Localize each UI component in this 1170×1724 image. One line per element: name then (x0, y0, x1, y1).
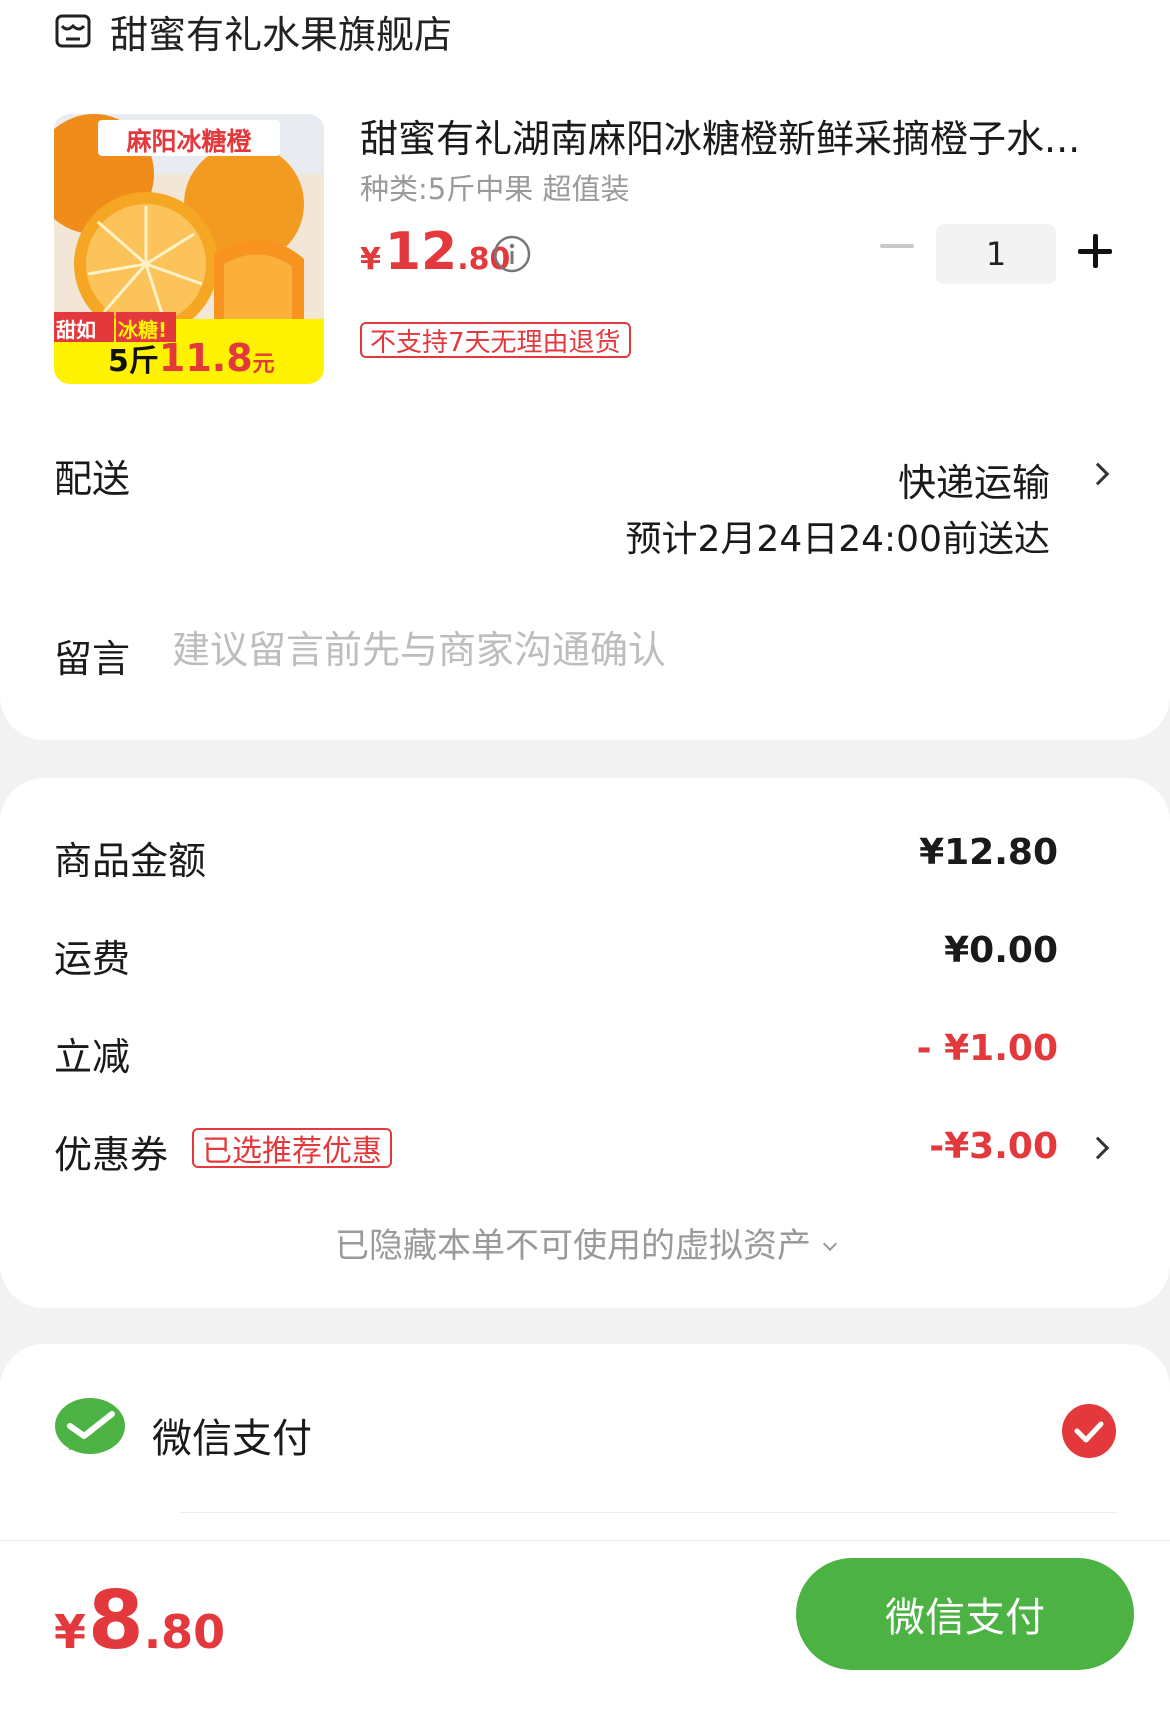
message-label: 留言 (54, 637, 131, 681)
product-image-unit: 元 (252, 352, 275, 377)
chevron-down-icon (822, 1236, 838, 1252)
total-price: ¥ 8 .80 (54, 1574, 225, 1667)
checkout-page: 甜蜜有礼水果旗舰店 麻阳冰糖橙 甜如 冰糖! 5斤11.8元 甜蜜有礼湖南麻阳冰… (0, 0, 1170, 1724)
message-input[interactable] (172, 620, 1072, 680)
instant-discount-value: - ¥1.00 (916, 1028, 1058, 1069)
total-integer: 8 (88, 1574, 144, 1667)
coupon-value[interactable]: -¥3.00 (929, 1126, 1058, 1167)
product-price: ¥ 12 .80 (360, 222, 510, 282)
product-image-badge-sweet: 甜如 (56, 318, 96, 342)
total-currency: ¥ (54, 1605, 87, 1659)
price-currency: ¥ (360, 242, 381, 277)
product-title[interactable]: 甜蜜有礼湖南麻阳冰糖橙新鲜采摘橙子水... (360, 108, 1120, 163)
selected-check-icon[interactable] (1062, 1404, 1116, 1458)
order-card: 甜蜜有礼水果旗舰店 麻阳冰糖橙 甜如 冰糖! 5斤11.8元 甜蜜有礼湖南麻阳冰… (0, 0, 1170, 740)
delivery-method[interactable]: 快递运输 (898, 452, 1050, 507)
product-spec[interactable]: 种类:5斤中果 超值装 (360, 166, 629, 208)
product-image[interactable]: 麻阳冰糖橙 甜如 冰糖! 5斤11.8元 (54, 114, 324, 384)
quantity-value[interactable]: 1 (936, 224, 1056, 284)
shipping-fee-label: 运费 (54, 937, 131, 981)
wechat-pay-button[interactable]: 微信支付 (796, 1558, 1134, 1670)
hidden-assets-toggle[interactable]: 已隐藏本单不可使用的虚拟资产 (0, 1218, 1170, 1267)
divider (180, 1512, 1118, 1513)
quantity-decrease-button[interactable] (880, 244, 914, 248)
shipping-fee-value: ¥0.00 (944, 930, 1058, 971)
product-image-banner: 麻阳冰糖橙 (126, 127, 252, 156)
product-image-promo: 5斤11.8元 (108, 336, 275, 380)
coupon-label[interactable]: 优惠券 (54, 1124, 168, 1179)
hidden-assets-text: 已隐藏本单不可使用的虚拟资产 (335, 1226, 811, 1266)
product-image-promo-price: 11.8 (158, 336, 253, 380)
return-policy-tag: 不支持7天无理由退货 (360, 322, 631, 358)
instant-discount-label: 立减 (54, 1035, 131, 1079)
product-image-weight: 5斤 (108, 344, 159, 379)
total-decimal: .80 (143, 1605, 226, 1659)
goods-amount-value: ¥12.80 (919, 832, 1058, 873)
delivery-label: 配送 (54, 457, 131, 501)
store-icon (55, 14, 91, 48)
delivery-eta: 预计2月24日24:00前送达 (625, 519, 1050, 560)
chevron-right-icon[interactable] (1086, 462, 1110, 486)
payment-method-label[interactable]: 微信支付 (152, 1406, 312, 1464)
info-icon[interactable] (492, 234, 532, 274)
goods-amount-label: 商品金额 (54, 839, 207, 883)
wechat-pay-icon (55, 1398, 125, 1454)
coupon-recommended-tag[interactable]: 已选推荐优惠 (192, 1128, 392, 1169)
price-integer: 12 (384, 222, 458, 282)
store-row[interactable]: 甜蜜有礼水果旗舰店 (54, 6, 453, 57)
quantity-increase-button[interactable] (1078, 234, 1112, 268)
store-name: 甜蜜有礼水果旗舰店 (110, 12, 453, 57)
